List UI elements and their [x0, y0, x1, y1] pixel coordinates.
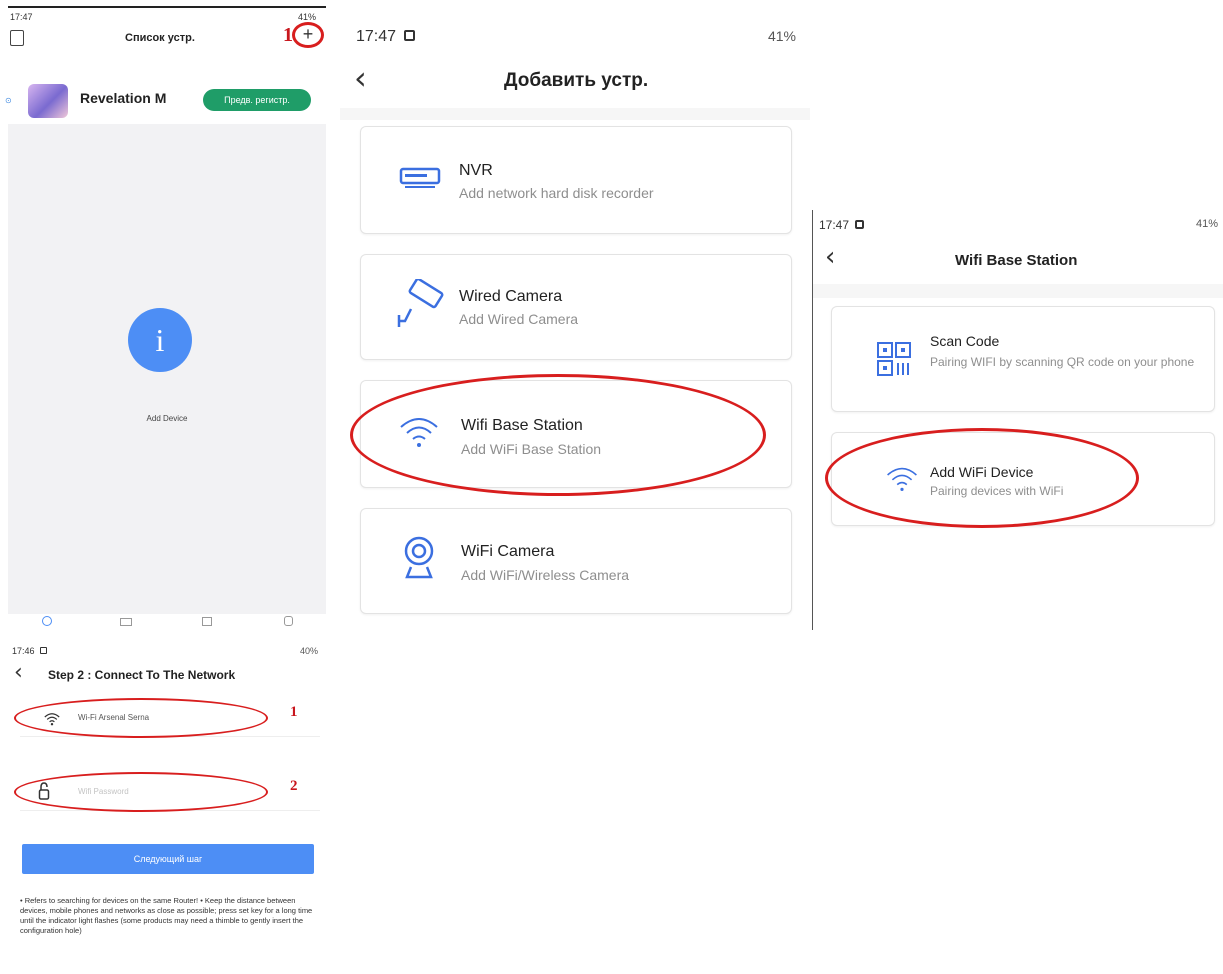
wifi-camera-subtitle: Add WiFi/Wireless Camera: [461, 567, 630, 583]
status-time: 17:47: [819, 218, 850, 232]
add-wifi-device-title: Add WiFi Device: [930, 464, 1034, 480]
wifi-icon: [887, 467, 917, 491]
nav-home-icon[interactable]: [42, 616, 52, 626]
notification-icon: [404, 30, 415, 41]
ad-app-icon: [28, 84, 68, 118]
back-icon[interactable]: ‹: [14, 662, 23, 684]
status-battery: 41%: [297, 12, 316, 22]
page-title: Добавить устр.: [504, 70, 649, 91]
add-wifi-device-card[interactable]: Add WiFi Device Pairing devices with WiF…: [831, 432, 1215, 526]
wifi-name-value: Wi-Fi Arsenal Serna: [78, 713, 150, 722]
add-device-screen: 17:47 41% ‹ Добавить устр. NVR Add netwo…: [340, 10, 810, 630]
wifi-base-station-title: Wifi Base Station: [461, 417, 583, 434]
annotation-number-2: 2: [290, 778, 298, 794]
wifi-icon: [44, 713, 60, 726]
wifi-base-station-card[interactable]: Wifi Base Station Add WiFi Base Station: [360, 380, 792, 488]
nvr-title: NVR: [459, 162, 493, 179]
connect-network-screen: 17:46 40% ‹ Step 2 : Connect To The Netw…: [0, 638, 330, 974]
wifi-icon: [400, 418, 438, 447]
ad-title: Revelation M: [80, 90, 167, 106]
wifi-camera-icon: [404, 536, 434, 579]
status-time: 17:46: [12, 646, 35, 656]
status-time: 17:47: [10, 12, 33, 22]
next-step-button[interactable]: Следующий шаг: [22, 844, 314, 874]
status-signal-battery: 41%: [767, 28, 796, 44]
nav-profile-icon[interactable]: [284, 616, 293, 626]
annotation-number: 1: [283, 24, 293, 46]
back-icon[interactable]: ‹: [354, 62, 367, 94]
wifi-base-station-screen: 17:47 41% ‹ Wifi Base Station Scan Code …: [812, 210, 1223, 630]
wired-camera-icon: [397, 279, 444, 327]
ad-banner[interactable]: ⊙ Revelation M Предв. регистр.: [0, 78, 330, 122]
wifi-name-field[interactable]: Wi-Fi Arsenal Serna: [20, 702, 270, 734]
status-time: 17:47: [356, 28, 397, 45]
scan-code-card[interactable]: Scan Code Pairing WIFI by scanning QR co…: [831, 306, 1215, 412]
scan-icon[interactable]: [10, 30, 24, 46]
instructions-text: • Refers to searching for devices on the…: [20, 896, 313, 935]
add-device-plus-icon[interactable]: +: [300, 25, 316, 43]
wifi-camera-card[interactable]: WiFi Camera Add WiFi/Wireless Camera: [360, 508, 792, 614]
add-device-label: Add Device: [146, 414, 188, 423]
nvr-subtitle: Add network hard disk recorder: [459, 185, 654, 201]
wifi-password-placeholder: Wifi Password: [78, 787, 129, 796]
back-icon[interactable]: ‹: [825, 244, 835, 270]
wired-camera-title: Wired Camera: [459, 288, 563, 305]
wired-camera-subtitle: Add Wired Camera: [459, 311, 579, 327]
status-signal-battery: 41%: [1195, 218, 1218, 230]
page-title: Список устр.: [125, 32, 195, 44]
ad-install-button[interactable]: Предв. регистр.: [203, 89, 311, 111]
wifi-camera-title: WiFi Camera: [461, 543, 555, 560]
nvr-icon: [399, 167, 441, 188]
nvr-card[interactable]: NVR Add network hard disk recorder: [360, 126, 792, 234]
annotation-number-1: 1: [290, 704, 298, 720]
bottom-nav: [8, 612, 326, 630]
wifi-password-field[interactable]: Wifi Password: [20, 776, 270, 808]
scan-code-subtitle: Pairing WIFI by scanning QR code on your…: [930, 355, 1195, 369]
page-title: Wifi Base Station: [955, 252, 1078, 269]
status-signal-battery: 40%: [299, 646, 318, 656]
notification-icon: [855, 220, 864, 229]
device-list-screen: 17:47 41% Список устр. 1 + ⊙ Revelation …: [0, 0, 330, 630]
notification-icon: [40, 647, 47, 654]
info-icon[interactable]: i: [128, 308, 192, 372]
nav-camera-icon[interactable]: [120, 618, 132, 626]
add-wifi-device-subtitle: Pairing devices with WiFi: [930, 484, 1064, 498]
scan-code-title: Scan Code: [930, 333, 1000, 349]
nav-gallery-icon[interactable]: [202, 617, 212, 626]
page-title: Step 2 : Connect To The Network: [48, 668, 236, 682]
wired-camera-card[interactable]: Wired Camera Add Wired Camera: [360, 254, 792, 360]
empty-state-area: i Add Device: [8, 124, 326, 614]
lock-icon: [38, 782, 50, 800]
wifi-base-station-subtitle: Add WiFi Base Station: [461, 441, 602, 457]
qr-code-icon: [877, 342, 911, 376]
ad-info-icon: ⊙: [5, 96, 12, 105]
